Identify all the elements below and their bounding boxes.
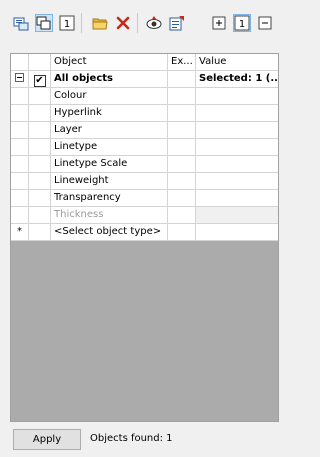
- property-ex: [168, 190, 196, 206]
- new-row-value: [196, 224, 278, 240]
- single-item-icon[interactable]: 1: [58, 14, 76, 32]
- collapse-toggle[interactable]: [11, 71, 29, 87]
- row-check-col: [29, 88, 51, 104]
- property-label: Layer: [51, 122, 168, 138]
- toolbar: 1 1: [0, 0, 293, 42]
- property-row[interactable]: Layer: [11, 122, 278, 139]
- all-objects-ex: [168, 71, 196, 87]
- property-row[interactable]: Linetype: [11, 139, 278, 156]
- property-label: Linetype: [51, 139, 168, 155]
- property-ex: [168, 139, 196, 155]
- header-check-col: [29, 54, 51, 70]
- all-objects-checkbox[interactable]: ✔: [29, 71, 51, 87]
- grid-header-row: Object Ex... Value: [11, 54, 278, 71]
- row-check-col: [29, 156, 51, 172]
- row-indent: [11, 190, 29, 206]
- new-row-marker: *: [11, 224, 29, 240]
- header-expander-col: [11, 54, 29, 70]
- property-value[interactable]: [196, 122, 278, 138]
- number-one-icon[interactable]: 1: [233, 14, 251, 32]
- property-row[interactable]: Colour: [11, 88, 278, 105]
- toolbar-separator: [137, 13, 138, 33]
- row-indent: [11, 122, 29, 138]
- property-label: Colour: [51, 88, 168, 104]
- pick-object-icon[interactable]: [35, 14, 53, 32]
- property-row[interactable]: Hyperlink: [11, 105, 278, 122]
- new-row[interactable]: * <Select object type>: [11, 224, 278, 241]
- property-value[interactable]: [196, 156, 278, 172]
- row-check-col: [29, 122, 51, 138]
- all-objects-value: Selected: 1 (...: [199, 73, 278, 84]
- property-value: [196, 207, 278, 223]
- property-ex: [168, 88, 196, 104]
- property-value[interactable]: [196, 105, 278, 121]
- property-value[interactable]: [196, 173, 278, 189]
- row-check-col: [29, 105, 51, 121]
- all-objects-label: All objects: [51, 71, 168, 87]
- property-row[interactable]: Linetype Scale: [11, 156, 278, 173]
- collapse-icon[interactable]: [256, 14, 274, 32]
- toolbar-separator: [81, 13, 82, 33]
- row-check-col: [29, 207, 51, 223]
- expand-icon[interactable]: [210, 14, 228, 32]
- view-icon[interactable]: [145, 14, 163, 32]
- property-value[interactable]: [196, 190, 278, 206]
- property-ex: [168, 105, 196, 121]
- property-value[interactable]: [196, 88, 278, 104]
- row-indent: [11, 105, 29, 121]
- header-ex[interactable]: Ex...: [168, 54, 196, 70]
- all-objects-row[interactable]: ✔ All objects Selected: 1 (...: [11, 71, 278, 88]
- apply-button[interactable]: Apply: [13, 429, 81, 450]
- row-check-col: [29, 139, 51, 155]
- row-indent: [11, 156, 29, 172]
- property-label: Hyperlink: [51, 105, 168, 121]
- property-ex: [168, 156, 196, 172]
- property-label: Lineweight: [51, 173, 168, 189]
- property-value[interactable]: [196, 139, 278, 155]
- property-label: Thickness: [51, 207, 168, 223]
- row-indent: [11, 173, 29, 189]
- row-indent: [11, 139, 29, 155]
- row-check-col: [29, 224, 51, 240]
- select-object-type[interactable]: <Select object type>: [51, 224, 168, 240]
- property-row-disabled: Thickness: [11, 207, 278, 224]
- objects-found-text: Objects found: 1: [90, 433, 173, 444]
- delete-icon[interactable]: [114, 14, 132, 32]
- row-check-col: [29, 190, 51, 206]
- new-row-ex: [168, 224, 196, 240]
- checkbox-icon[interactable]: ✔: [33, 75, 46, 87]
- select-objects-icon[interactable]: [12, 14, 30, 32]
- properties-icon[interactable]: [168, 14, 186, 32]
- property-row[interactable]: Lineweight: [11, 173, 278, 190]
- row-indent: [11, 207, 29, 223]
- property-label: Transparency: [51, 190, 168, 206]
- property-ex: [168, 207, 196, 223]
- properties-grid: Object Ex... Value ✔ All objects Selecte…: [10, 53, 279, 422]
- row-indent: [11, 88, 29, 104]
- property-row[interactable]: Transparency: [11, 190, 278, 207]
- svg-text:1: 1: [64, 19, 70, 30]
- property-ex: [168, 173, 196, 189]
- open-folder-icon[interactable]: [91, 14, 109, 32]
- header-value[interactable]: Value: [196, 54, 278, 70]
- row-check-col: [29, 173, 51, 189]
- collapse-toggle-icon[interactable]: [15, 73, 24, 82]
- property-ex: [168, 122, 196, 138]
- grid-table: Object Ex... Value ✔ All objects Selecte…: [11, 54, 278, 241]
- header-object[interactable]: Object: [51, 54, 168, 70]
- property-label: Linetype Scale: [51, 156, 168, 172]
- svg-text:1: 1: [239, 19, 245, 30]
